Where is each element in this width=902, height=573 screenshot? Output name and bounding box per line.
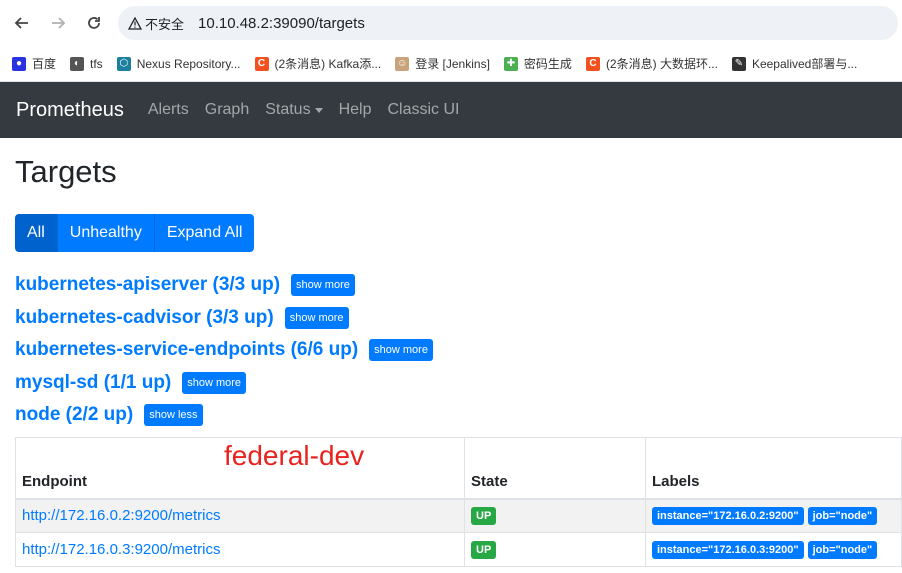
filter-button-group: All Unhealthy Expand All <box>15 214 255 252</box>
label-badge: job="node" <box>807 507 878 526</box>
bookmark-label: tfs <box>90 56 103 71</box>
prometheus-navbar: Prometheus Alerts Graph Status Help Clas… <box>0 82 902 138</box>
bookmark-item[interactable]: ✎ Keepalived部署与... <box>731 55 858 72</box>
bookmark-label: 密码生成 <box>523 57 572 71</box>
pool-title-link[interactable]: kubernetes-service-endpoints (6/6 up) <box>15 339 358 361</box>
bookmark-label: Nexus Repository... <box>136 56 241 71</box>
label-badge: job="node" <box>807 541 878 559</box>
label-badge: instance="172.16.0.3:9200" <box>652 541 804 559</box>
show-more-button[interactable]: show more <box>284 307 349 329</box>
bookmark-item[interactable]: ● 百度 <box>12 55 56 72</box>
nav-help[interactable]: Help <box>339 101 372 119</box>
url-text[interactable]: 10.10.48.2:39090/targets <box>198 15 365 32</box>
bookmark-item[interactable]: ✚ 密码生成 <box>503 55 572 72</box>
bookmark-label: (2条消息) Kafka添... <box>274 57 382 71</box>
nav-classic-ui[interactable]: Classic UI <box>387 101 459 119</box>
security-indicator[interactable]: 不安全 <box>128 14 184 33</box>
back-arrow-icon[interactable] <box>10 11 34 35</box>
pool-header: kubernetes-apiserver (3/3 up) show more <box>15 274 355 296</box>
bookmark-label: 登录 [Jenkins] <box>415 57 490 71</box>
show-less-button[interactable]: show less <box>144 404 203 426</box>
expand-all-button[interactable]: Expand All <box>154 214 255 252</box>
bookmark-item[interactable]: C (2条消息) Kafka添... <box>254 55 382 72</box>
filter-all-button[interactable]: All <box>15 214 58 252</box>
show-more-button[interactable]: show more <box>291 274 355 296</box>
pool-title-link[interactable]: node (2/2 up) <box>15 404 133 426</box>
nav-status-dropdown[interactable]: Status <box>265 101 323 119</box>
bookmark-item[interactable]: ☺ 登录 [Jenkins] <box>395 55 490 72</box>
brand-link[interactable]: Prometheus <box>16 99 124 122</box>
endpoint-link[interactable]: http://172.16.0.2:9200/metrics <box>22 507 220 524</box>
pen-icon: ✎ <box>731 56 746 71</box>
csdn-c-icon: C <box>585 56 600 71</box>
pool-title-link[interactable]: kubernetes-cadvisor (3/3 up) <box>15 307 274 329</box>
state-badge: UP <box>471 541 497 559</box>
endpoint-link[interactable]: http://172.16.0.3:9200/metrics <box>22 541 220 558</box>
security-label: 不安全 <box>145 16 185 32</box>
show-more-button[interactable]: show more <box>369 339 433 361</box>
bookmark-label: Keepalived部署与... <box>751 57 858 71</box>
address-bar[interactable]: 不安全 10.10.48.2:39090/targets <box>118 6 898 40</box>
state-badge: UP <box>471 507 497 526</box>
puzzle-icon: ✚ <box>503 56 518 71</box>
pool-header: node (2/2 up) show less <box>15 404 203 426</box>
bookmark-item[interactable]: C (2条消息) 大数据环... <box>585 55 718 72</box>
baidu-paw-icon: ● <box>12 56 26 71</box>
pool-title-link[interactable]: kubernetes-apiserver (3/3 up) <box>15 274 280 296</box>
table-row: http://172.16.0.2:9200/metrics UP instan… <box>15 498 902 533</box>
pool-header: kubernetes-cadvisor (3/3 up) show more <box>15 307 349 329</box>
annotation-text: federal-dev <box>224 440 365 471</box>
nav-graph[interactable]: Graph <box>205 101 249 119</box>
table-row: http://172.16.0.3:9200/metrics UP instan… <box>15 532 902 567</box>
nav-status-label: Status <box>265 101 311 118</box>
warning-triangle-icon <box>128 16 142 30</box>
pool-header: mysql-sd (1/1 up) show more <box>15 372 247 394</box>
bookmark-item[interactable]: ◐ tfs <box>70 56 103 71</box>
bookmark-label: (2条消息) 大数据环... <box>605 57 718 71</box>
label-badge: instance="172.16.0.2:9200" <box>652 507 804 526</box>
browser-toolbar: 不安全 10.10.48.2:39090/targets <box>0 0 902 46</box>
pool-header: kubernetes-service-endpoints (6/6 up) sh… <box>15 339 433 361</box>
reload-icon[interactable] <box>82 11 106 35</box>
page-title: Targets <box>15 154 117 189</box>
forward-arrow-icon[interactable] <box>46 11 70 35</box>
jenkins-icon: ☺ <box>395 56 410 71</box>
nexus-hexagon-icon: ⬡ <box>116 56 131 71</box>
csdn-c-icon: C <box>254 56 269 71</box>
globe-icon: ◐ <box>70 56 85 71</box>
nav-alerts[interactable]: Alerts <box>148 101 189 119</box>
targets-table: Endpoint State Labels http://172.16.0.2:… <box>15 437 902 567</box>
filter-unhealthy-button[interactable]: Unhealthy <box>57 214 155 252</box>
bookmark-label: 百度 <box>32 57 57 71</box>
caret-down-icon <box>314 107 323 113</box>
bookmarks-bar: ● 百度 ◐ tfs ⬡ Nexus Repository... C (2条消息) Kafka… <box>0 46 902 82</box>
column-header-state: State <box>464 437 646 500</box>
show-more-button[interactable]: show more <box>182 372 247 394</box>
pool-title-link[interactable]: mysql-sd (1/1 up) <box>15 372 171 394</box>
bookmark-item[interactable]: ⬡ Nexus Repository... <box>116 56 241 71</box>
column-header-labels: Labels <box>645 437 902 500</box>
